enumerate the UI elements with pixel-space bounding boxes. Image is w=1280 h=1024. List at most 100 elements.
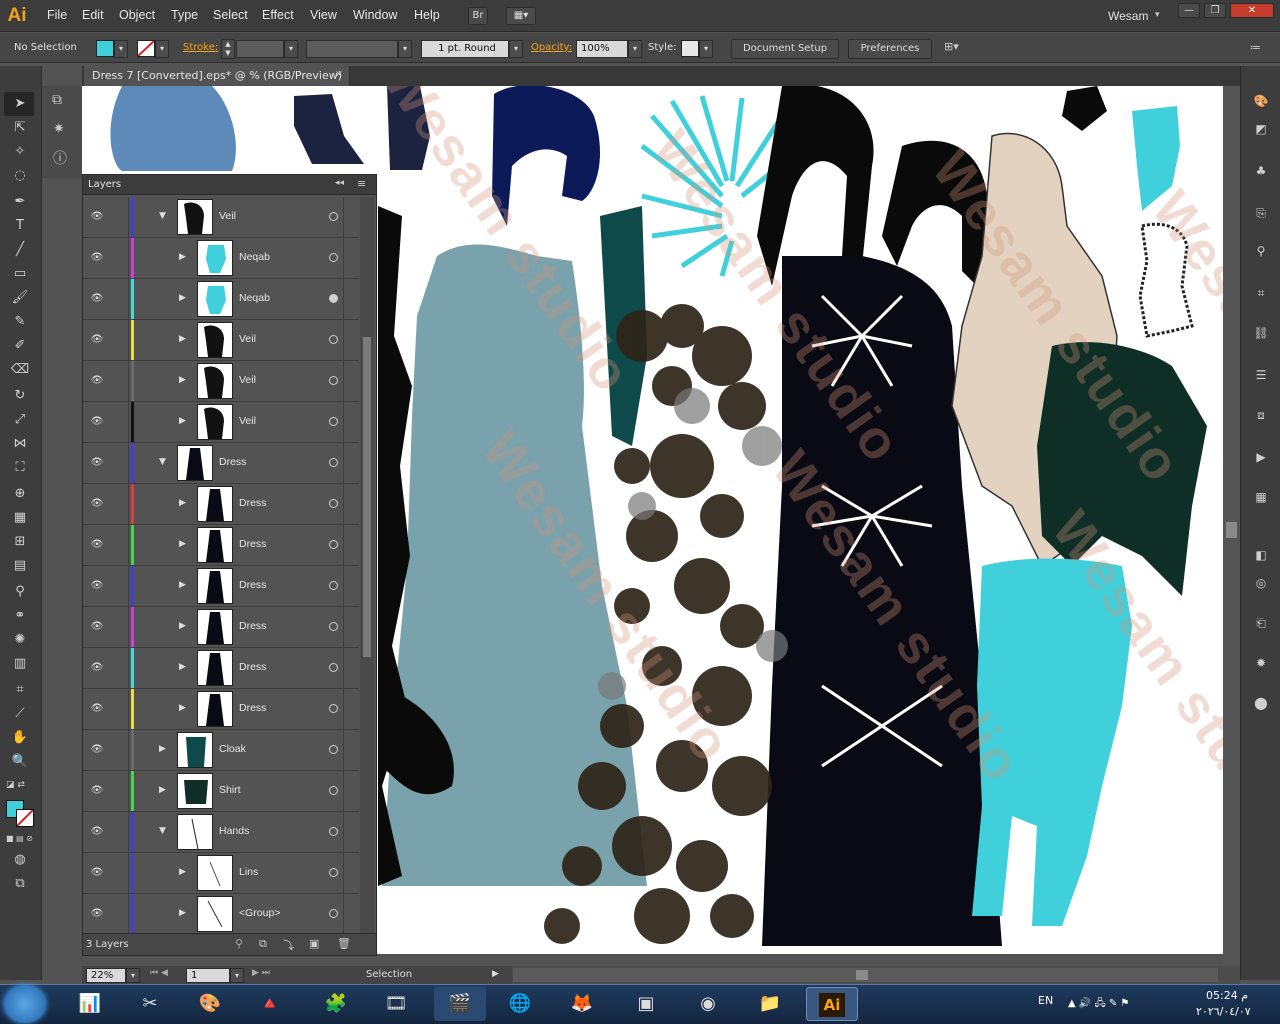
paintbrush-tool-icon[interactable]: 🖌 (8, 288, 32, 308)
swap-colors-icon[interactable]: ◪ ⇄ (6, 780, 36, 792)
menu-help[interactable]: Help (414, 8, 440, 22)
status-menu-icon[interactable]: ▶ (492, 969, 499, 979)
layer-name[interactable]: Dress (239, 661, 266, 673)
start-button-icon[interactable] (4, 985, 46, 1023)
expand-right-icon[interactable]: ▶ (179, 416, 186, 426)
layer-name[interactable]: Veil (239, 415, 256, 427)
visibility-eye-icon[interactable]: 👁 (89, 416, 105, 428)
selection-column[interactable] (343, 238, 359, 278)
symbols-panel-icon[interactable]: ⚲ (1250, 242, 1272, 260)
selection-column[interactable] (343, 607, 359, 647)
type-tool-icon[interactable]: T (8, 216, 32, 236)
symbol-sprayer-tool-icon[interactable]: ✺ (8, 630, 32, 650)
taskbar-chrome-icon[interactable]: ◉ (682, 987, 734, 1021)
menu-file[interactable]: File (47, 8, 67, 22)
taskbar-media-icon[interactable]: 🎞 (370, 987, 422, 1021)
expand-down-icon[interactable]: ▼ (159, 211, 166, 221)
visibility-eye-icon[interactable]: 👁 (89, 211, 105, 223)
visibility-eye-icon[interactable]: 👁 (89, 744, 105, 756)
stroke-weight-dropdown[interactable]: ▾ (284, 40, 298, 58)
preferences-button[interactable]: Preferences (848, 39, 932, 59)
rotate-tool-icon[interactable]: ↻ (8, 386, 32, 406)
expand-right-icon[interactable]: ▶ (159, 785, 166, 795)
pen-tool-icon[interactable]: ✒ (8, 192, 32, 212)
visibility-eye-icon[interactable]: 👁 (89, 662, 105, 674)
opacity-dropdown[interactable]: ▾ (628, 40, 642, 58)
selection-column[interactable] (343, 853, 359, 893)
lock-toggle[interactable] (109, 320, 129, 360)
document-setup-button[interactable]: Document Setup (731, 39, 839, 59)
layer-row[interactable]: 👁 ▼ Dress (83, 443, 359, 484)
eraser-tool-icon[interactable]: ⌫ (8, 360, 32, 380)
target-circle-icon[interactable] (329, 622, 338, 631)
expand-right-icon[interactable]: ▶ (179, 498, 186, 508)
variable-width-field[interactable] (306, 40, 398, 58)
lock-toggle[interactable] (109, 853, 129, 893)
layer-row[interactable]: 👁 ▶ Veil (83, 361, 359, 402)
horizontal-scroll-thumb[interactable] (856, 970, 868, 980)
layer-name[interactable]: Dress (239, 538, 266, 550)
taskbar-firefox-icon[interactable]: 🦊 (556, 987, 608, 1021)
expand-right-icon[interactable]: ▶ (179, 375, 186, 385)
opacity-label[interactable]: Opacity: (531, 42, 572, 53)
taskbar-explorer-icon[interactable]: 📁 (744, 987, 796, 1021)
expand-right-icon[interactable]: ▶ (179, 580, 186, 590)
pathfinder-panel-icon[interactable]: ⧈ (1250, 406, 1272, 424)
layer-row[interactable]: 👁 ▶ Dress (83, 566, 359, 607)
style-swatch[interactable] (681, 40, 699, 57)
brush-field[interactable]: 1 pt. Round (421, 40, 509, 58)
target-circle-icon[interactable] (329, 458, 338, 467)
layer-name[interactable]: Veil (219, 210, 236, 222)
selection-column[interactable] (343, 771, 359, 811)
free-transform-tool-icon[interactable]: ⛶ (8, 458, 32, 478)
visibility-eye-icon[interactable]: 👁 (89, 498, 105, 510)
lock-toggle[interactable] (109, 648, 129, 688)
layer-row[interactable]: 👁 ▶ Shirt (83, 771, 359, 812)
selection-column[interactable] (343, 361, 359, 401)
expand-right-icon[interactable]: ▶ (179, 539, 186, 549)
symbols-panel-icon[interactable]: ✷ (53, 121, 65, 137)
mesh-tool-icon[interactable]: ⊞ (8, 532, 32, 552)
layer-name[interactable]: Cloak (219, 743, 246, 755)
lock-toggle[interactable] (109, 689, 129, 729)
layer-row[interactable]: 👁 ▶ Dress (83, 607, 359, 648)
links-panel-icon[interactable]: ⛓ (1250, 324, 1272, 342)
screen-mode-icon[interactable]: ⧉ (8, 874, 32, 894)
width-tool-icon[interactable]: ⋈ (8, 434, 32, 454)
taskbar-edge-icon[interactable]: 🌐 (494, 987, 546, 1021)
selection-column[interactable] (343, 730, 359, 770)
layer-name[interactable]: Neqab (239, 251, 270, 263)
taskbar-illustrator-icon[interactable]: Ai (806, 987, 858, 1021)
actions-panel-icon[interactable]: ▶ (1250, 448, 1272, 466)
make-clipping-mask-icon[interactable]: ⧉ (259, 937, 267, 951)
layer-row[interactable]: 👁 ▶ Dress (83, 484, 359, 525)
column-graph-tool-icon[interactable]: ▥ (8, 654, 32, 674)
target-circle-icon[interactable] (329, 663, 338, 672)
selection-column[interactable] (343, 320, 359, 360)
menu-edit[interactable]: Edit (82, 8, 104, 22)
target-circle-icon[interactable] (329, 376, 338, 385)
lock-toggle[interactable] (109, 771, 129, 811)
selection-column[interactable] (343, 197, 359, 237)
layer-row[interactable]: 👁 ▶ <Group> (83, 894, 359, 933)
info-panel-icon[interactable]: ⓘ (53, 148, 67, 168)
tray-icons[interactable]: ▲ 🔊 🖧 ✎ ⚑ (1068, 996, 1129, 1013)
expand-right-icon[interactable]: ▶ (179, 621, 186, 631)
target-circle-icon[interactable] (329, 294, 338, 303)
layer-name[interactable]: Dress (219, 456, 246, 468)
lock-toggle[interactable] (109, 730, 129, 770)
visibility-eye-icon[interactable]: 👁 (89, 334, 105, 346)
target-circle-icon[interactable] (329, 335, 338, 344)
stroke-dropdown[interactable]: ▾ (155, 40, 169, 58)
blend-tool-icon[interactable]: ⚭ (8, 606, 32, 626)
menu-window[interactable]: Window (353, 8, 397, 22)
target-circle-icon[interactable] (329, 581, 338, 590)
selection-column[interactable] (343, 566, 359, 606)
layer-row[interactable]: 👁 ▶ Dress (83, 525, 359, 566)
target-circle-icon[interactable] (329, 868, 338, 877)
vertical-scroll-thumb[interactable] (1226, 522, 1237, 538)
menu-select[interactable]: Select (213, 8, 248, 22)
workspace-chevron-icon[interactable]: ▾ (1155, 10, 1160, 20)
target-circle-icon[interactable] (329, 212, 338, 221)
lock-toggle[interactable] (109, 197, 129, 237)
